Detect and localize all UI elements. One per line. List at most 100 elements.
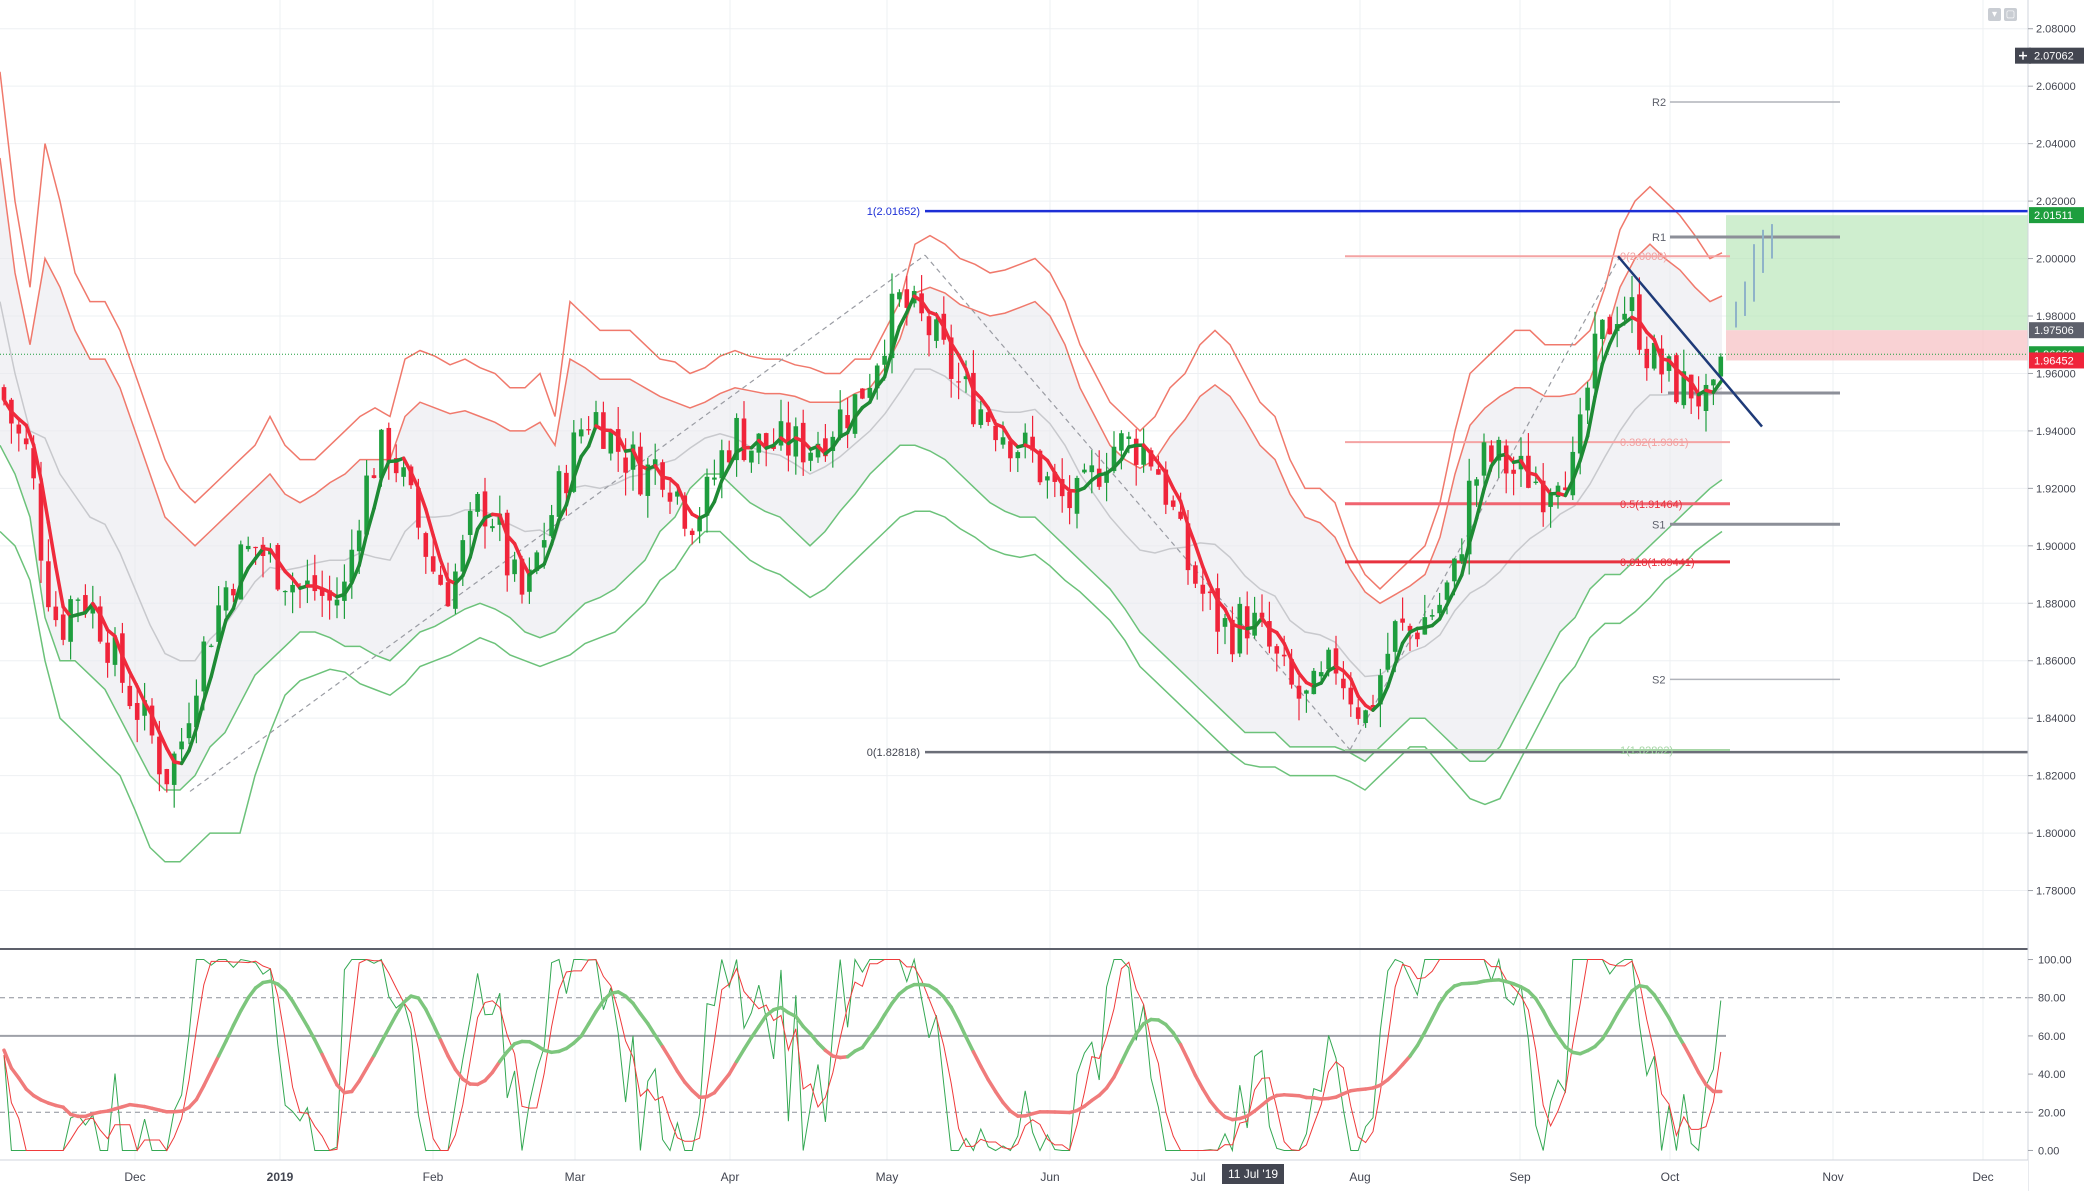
stoch-slow-segment [1417,1032,1424,1045]
candle-body [1452,559,1457,582]
candle-body [1001,437,1006,444]
candle-body [424,533,429,557]
price-tick-label: 2.02000 [2036,196,2076,208]
candle-body [542,540,547,547]
candle-body [1585,388,1590,411]
candle-body [1045,476,1050,480]
candle-body [1201,585,1206,594]
stoch-slow-segment [1136,1024,1143,1034]
stoch-slow-segment [248,988,255,998]
candle-body [453,571,458,608]
candle-body [934,319,939,341]
time-axis-bg [0,1160,2028,1191]
candle-body [1312,671,1317,694]
candle-body [1393,621,1398,652]
chart-svg[interactable]: 1(2.01652)0(1.82818)0(2.0008)0.382(1.936… [0,0,2086,1191]
candle-body [1415,633,1420,640]
candle-body [1008,441,1013,458]
stoch-slow-segment [1558,1037,1565,1047]
stoch-slow-segment [389,1015,396,1029]
stoch-tick-label: 80.00 [2038,993,2066,1005]
stoch-slow-segment [877,1015,884,1027]
stoch-tick-label: 100.00 [2038,955,2072,967]
candle-body [1600,320,1605,339]
candle-body [231,589,236,595]
candle-body [1356,707,1361,719]
candle-body [1482,442,1487,475]
candle-body [446,582,451,606]
candle-body [1445,582,1450,599]
stoch-slow-segment [1195,1075,1202,1088]
stoch-slow-segment [374,1042,381,1056]
price-tick-label: 1.94000 [2036,426,2076,438]
stoch-slow-segment [1654,995,1661,1006]
stoch-slow-segment [204,1071,211,1086]
candle-body [668,493,673,502]
month-label: Sep [1509,1170,1531,1184]
candle-body [549,515,554,536]
candle-body [1489,445,1494,461]
stoch-slow-segment [981,1066,988,1079]
stoch-slow-segment [640,1014,647,1024]
stoch-slow-segment [233,1011,240,1026]
candle-body [956,381,961,382]
candle-body [1711,379,1716,385]
retracement-label: 0.618(1.89441) [1620,557,1695,569]
stoch-slow-segment [1107,1077,1114,1088]
candle-body [401,467,406,477]
candle-body [157,737,162,775]
stoch-slow-segment [1536,999,1543,1011]
candle-body [579,429,584,436]
price-tick-label: 1.80000 [2036,828,2076,840]
stoch-slow-segment [367,1056,374,1069]
stoch-slow-segment [633,1003,640,1013]
candle-body [1326,650,1331,669]
candle-body [387,428,392,463]
month-label: May [876,1170,899,1184]
candle-body [1349,688,1354,705]
stoch-slow-segment [1625,991,1632,1002]
stoch-slow-segment [1425,1018,1432,1032]
month-label: Aug [1349,1170,1370,1184]
stoch-slow-segment [951,1007,958,1021]
price-tick-label: 2.00000 [2036,254,2076,266]
candle-body [786,422,791,455]
candle-body [224,587,229,610]
stoch-slow-segment [966,1037,973,1052]
price-tick-label: 1.84000 [2036,713,2076,725]
candle-body [1504,445,1509,473]
candle-body [246,546,251,549]
candle-body [76,599,81,600]
stoch-slow-segment [448,1056,455,1069]
stoch-slow-segment [663,1047,670,1059]
price-badge-label: 1.96452 [2034,355,2074,367]
stoch-slow-segment [307,1026,314,1040]
price-badge-label: 1.97506 [2034,325,2074,337]
stoch-slow-segment [359,1068,366,1081]
stoch-slow-segment [988,1080,995,1092]
stoch-slow-segment [219,1041,226,1056]
price-tick-label: 1.82000 [2036,771,2076,783]
candle-body [882,356,887,365]
candle-body [1119,433,1124,450]
stoch-slow-segment [455,1069,462,1079]
band-layer [0,72,1722,862]
stoch-slow-segment [596,1001,603,1012]
candle-body [1282,655,1287,657]
month-label: Nov [1822,1170,1843,1184]
maximize-icon[interactable]: ▢ [2004,8,2017,21]
retracement-label: 0.382(1.9361) [1620,437,1689,449]
candle-body [1363,710,1368,723]
candle-body [979,409,984,425]
stoch-slow-segment [1210,1101,1217,1110]
candle-body [1548,494,1553,507]
price-tick-label: 1.88000 [2036,598,2076,610]
stoch-slow-segment [1188,1060,1195,1076]
collapse-icon[interactable]: ▾ [1988,8,2001,21]
stoch-slow-segment [862,1037,869,1047]
price-badge-label: 2.07062 [2034,51,2074,63]
stoch-slow-segment [581,1024,588,1036]
candle-body [794,426,799,456]
candle-body [512,559,517,574]
candle-body [586,429,591,430]
